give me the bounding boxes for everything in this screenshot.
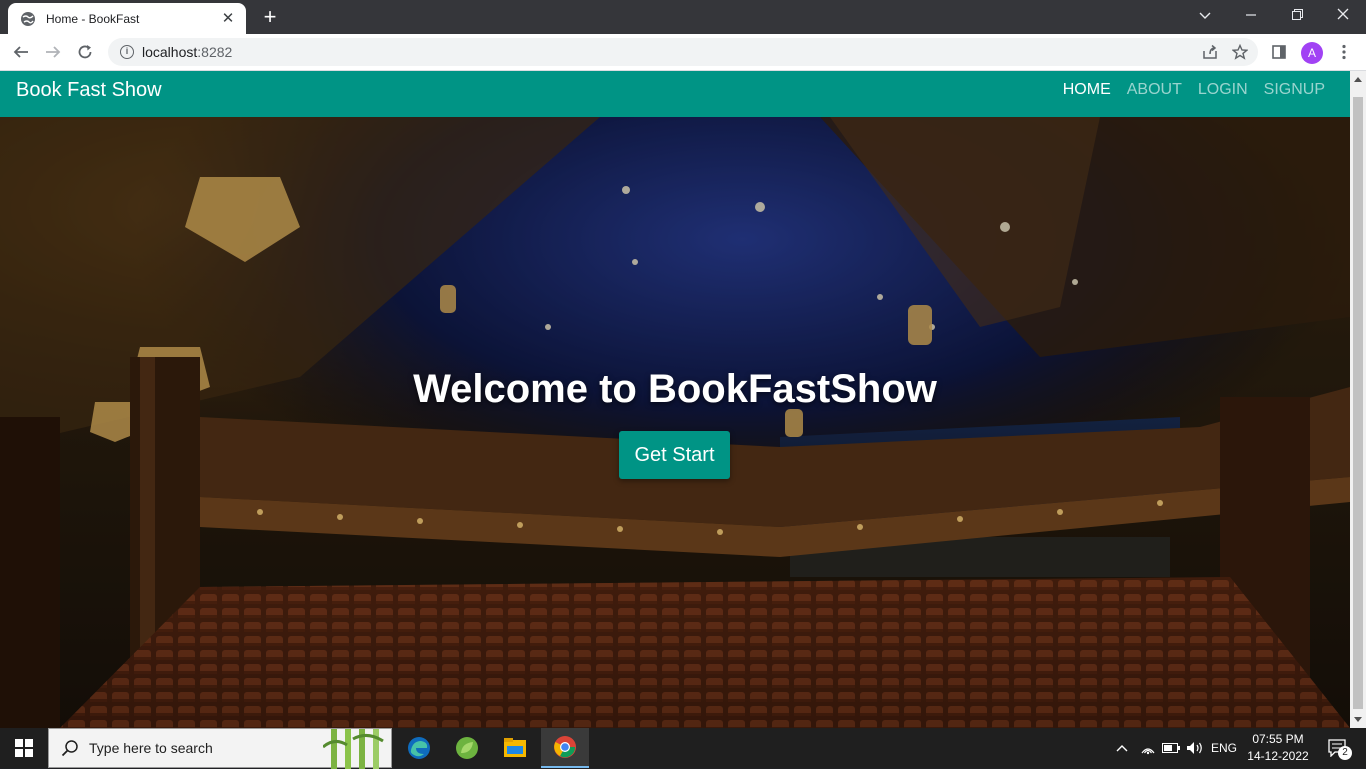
nav-link-signup[interactable]: SIGNUP bbox=[1264, 81, 1325, 99]
back-arrow-icon bbox=[13, 46, 28, 58]
site-info-icon[interactable]: i bbox=[120, 45, 134, 59]
taskbar-app-file-explorer[interactable] bbox=[491, 728, 539, 768]
system-clock[interactable]: 07:55 PM 14-12-2022 bbox=[1246, 731, 1310, 765]
close-tab-icon[interactable]: ✕ bbox=[220, 10, 236, 27]
side-panel-icon bbox=[1272, 45, 1286, 59]
nav-link-about[interactable]: ABOUT bbox=[1127, 81, 1182, 99]
theater-background-image bbox=[0, 117, 1350, 728]
browser-tab-strip: Home - BookFast ✕ + bbox=[0, 0, 1366, 34]
browser-toolbar: i localhost:8282 A bbox=[0, 34, 1366, 71]
back-button[interactable] bbox=[8, 39, 34, 65]
search-icon bbox=[61, 740, 78, 757]
browser-tab[interactable]: Home - BookFast ✕ bbox=[8, 3, 246, 34]
windows-taskbar: Type here to search ENG 07:55 PM 14-12-2… bbox=[0, 728, 1366, 769]
url-text: localhost:8282 bbox=[142, 44, 233, 60]
volume-icon[interactable] bbox=[1184, 728, 1206, 768]
file-explorer-icon bbox=[504, 738, 526, 757]
minimize-button[interactable] bbox=[1228, 0, 1274, 30]
show-hidden-icons-chevron-icon[interactable] bbox=[1112, 728, 1132, 768]
globe-icon bbox=[21, 11, 35, 26]
chrome-icon bbox=[554, 736, 576, 758]
clock-time: 07:55 PM bbox=[1252, 732, 1304, 746]
restore-button[interactable] bbox=[1274, 0, 1320, 30]
notification-count-badge: 2 bbox=[1338, 746, 1352, 760]
nav-link-home[interactable]: HOME bbox=[1063, 81, 1111, 99]
taskbar-search-box[interactable]: Type here to search bbox=[48, 728, 392, 769]
battery-icon[interactable] bbox=[1160, 728, 1182, 768]
forward-arrow-icon bbox=[46, 46, 61, 58]
brand-logo[interactable]: Book Fast Show bbox=[16, 79, 162, 102]
edge-icon bbox=[408, 737, 430, 759]
scroll-up-arrow-icon[interactable] bbox=[1354, 77, 1362, 82]
page-viewport: Book Fast Show HOME ABOUT LOGIN SIGNUP W… bbox=[0, 71, 1366, 728]
address-bar[interactable]: i localhost:8282 bbox=[108, 38, 1258, 66]
tab-title: Home - BookFast bbox=[46, 11, 140, 26]
share-icon[interactable] bbox=[1202, 44, 1218, 60]
hero-section: Welcome to BookFastShow Get Start bbox=[0, 117, 1350, 728]
input-language-indicator[interactable]: ENG bbox=[1208, 728, 1240, 768]
nav-link-login[interactable]: LOGIN bbox=[1198, 81, 1248, 99]
scrollbar-thumb[interactable] bbox=[1353, 97, 1363, 709]
notification-center-button[interactable]: 2 bbox=[1318, 728, 1358, 768]
windows-logo-icon bbox=[15, 739, 33, 757]
bookmark-star-icon[interactable] bbox=[1232, 44, 1248, 60]
nav-links: HOME ABOUT LOGIN SIGNUP bbox=[1063, 81, 1325, 99]
network-icon[interactable] bbox=[1138, 728, 1158, 768]
browser-menu-button[interactable] bbox=[1331, 39, 1357, 65]
reload-button[interactable] bbox=[72, 39, 98, 65]
tab-search-chevron-icon[interactable] bbox=[1182, 0, 1228, 30]
hero-title: Welcome to BookFastShow bbox=[413, 367, 937, 411]
taskbar-app-spring[interactable] bbox=[443, 728, 491, 768]
taskbar-app-chrome[interactable] bbox=[541, 728, 589, 768]
clock-date: 14-12-2022 bbox=[1247, 749, 1309, 763]
scroll-down-arrow-icon[interactable] bbox=[1354, 717, 1362, 722]
page-scrollbar[interactable] bbox=[1350, 71, 1366, 728]
side-panel-button[interactable] bbox=[1266, 39, 1292, 65]
get-start-button[interactable]: Get Start bbox=[619, 431, 730, 479]
spring-tool-icon bbox=[456, 737, 478, 759]
close-window-button[interactable] bbox=[1320, 0, 1366, 30]
forward-button[interactable] bbox=[40, 39, 66, 65]
new-tab-button[interactable]: + bbox=[258, 6, 282, 30]
profile-avatar[interactable]: A bbox=[1301, 42, 1323, 64]
search-placeholder: Type here to search bbox=[89, 740, 213, 756]
site-navbar: Book Fast Show HOME ABOUT LOGIN SIGNUP bbox=[0, 71, 1350, 117]
reload-icon bbox=[78, 45, 92, 59]
bamboo-search-highlight-icon bbox=[323, 729, 384, 769]
taskbar-app-edge[interactable] bbox=[395, 728, 443, 768]
start-button[interactable] bbox=[0, 728, 48, 768]
kebab-menu-icon bbox=[1342, 44, 1346, 60]
